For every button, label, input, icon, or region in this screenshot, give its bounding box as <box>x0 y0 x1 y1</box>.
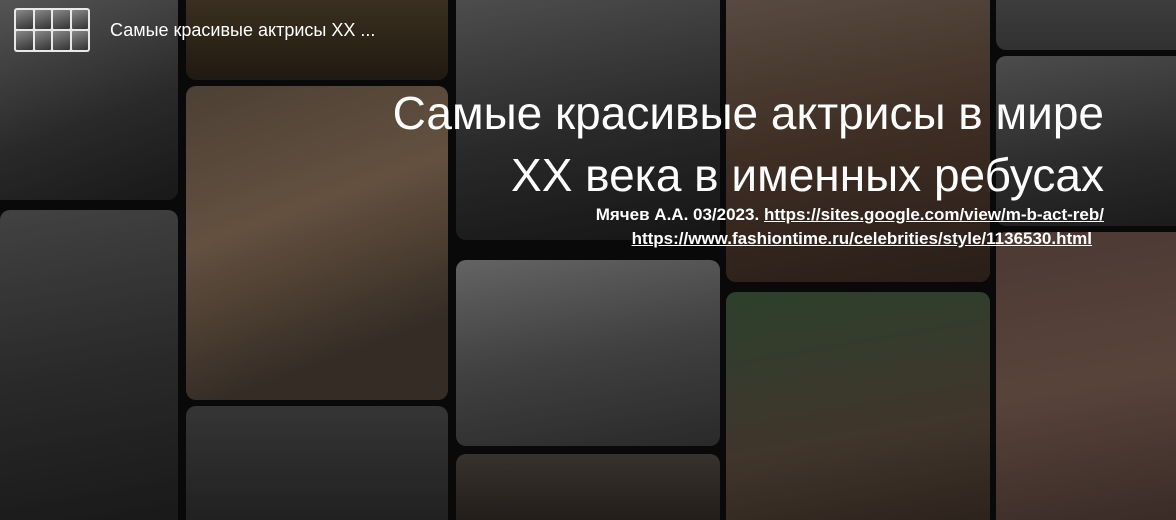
source-line: https://www.fashiontime.ru/celebrities/s… <box>632 229 1092 249</box>
thumbnail-cell <box>71 10 88 29</box>
presentation-thumbnail[interactable] <box>14 8 90 52</box>
thumbnail-cell <box>53 31 70 50</box>
slide-title-line-1: Самые красивые актрисы в мире <box>392 87 1104 139</box>
site-link[interactable]: https://sites.google.com/view/m-b-act-re… <box>764 205 1104 224</box>
slide-stage: Самые красивые актрисы XX ... Самые крас… <box>0 0 1176 520</box>
dark-overlay <box>0 0 1176 520</box>
thumbnail-cell <box>16 10 33 29</box>
thumbnail-cell <box>16 31 33 50</box>
presentation-title-link[interactable]: Самые красивые актрисы XX ... <box>110 20 375 41</box>
header: Самые красивые актрисы XX ... <box>14 8 375 52</box>
thumbnail-cell <box>34 10 51 29</box>
slide-title: Самые красивые актрисы в мире XX века в … <box>393 82 1104 206</box>
thumbnail-cell <box>53 10 70 29</box>
thumbnail-cell <box>34 31 51 50</box>
author-text: Мячев А.А. 03/2023. <box>595 205 760 224</box>
thumbnail-cell <box>71 31 88 50</box>
slide-title-line-2: XX века в именных ребусах <box>511 149 1104 201</box>
source-link[interactable]: https://www.fashiontime.ru/celebrities/s… <box>632 229 1092 248</box>
author-line: Мячев А.А. 03/2023. https://sites.google… <box>596 205 1104 225</box>
